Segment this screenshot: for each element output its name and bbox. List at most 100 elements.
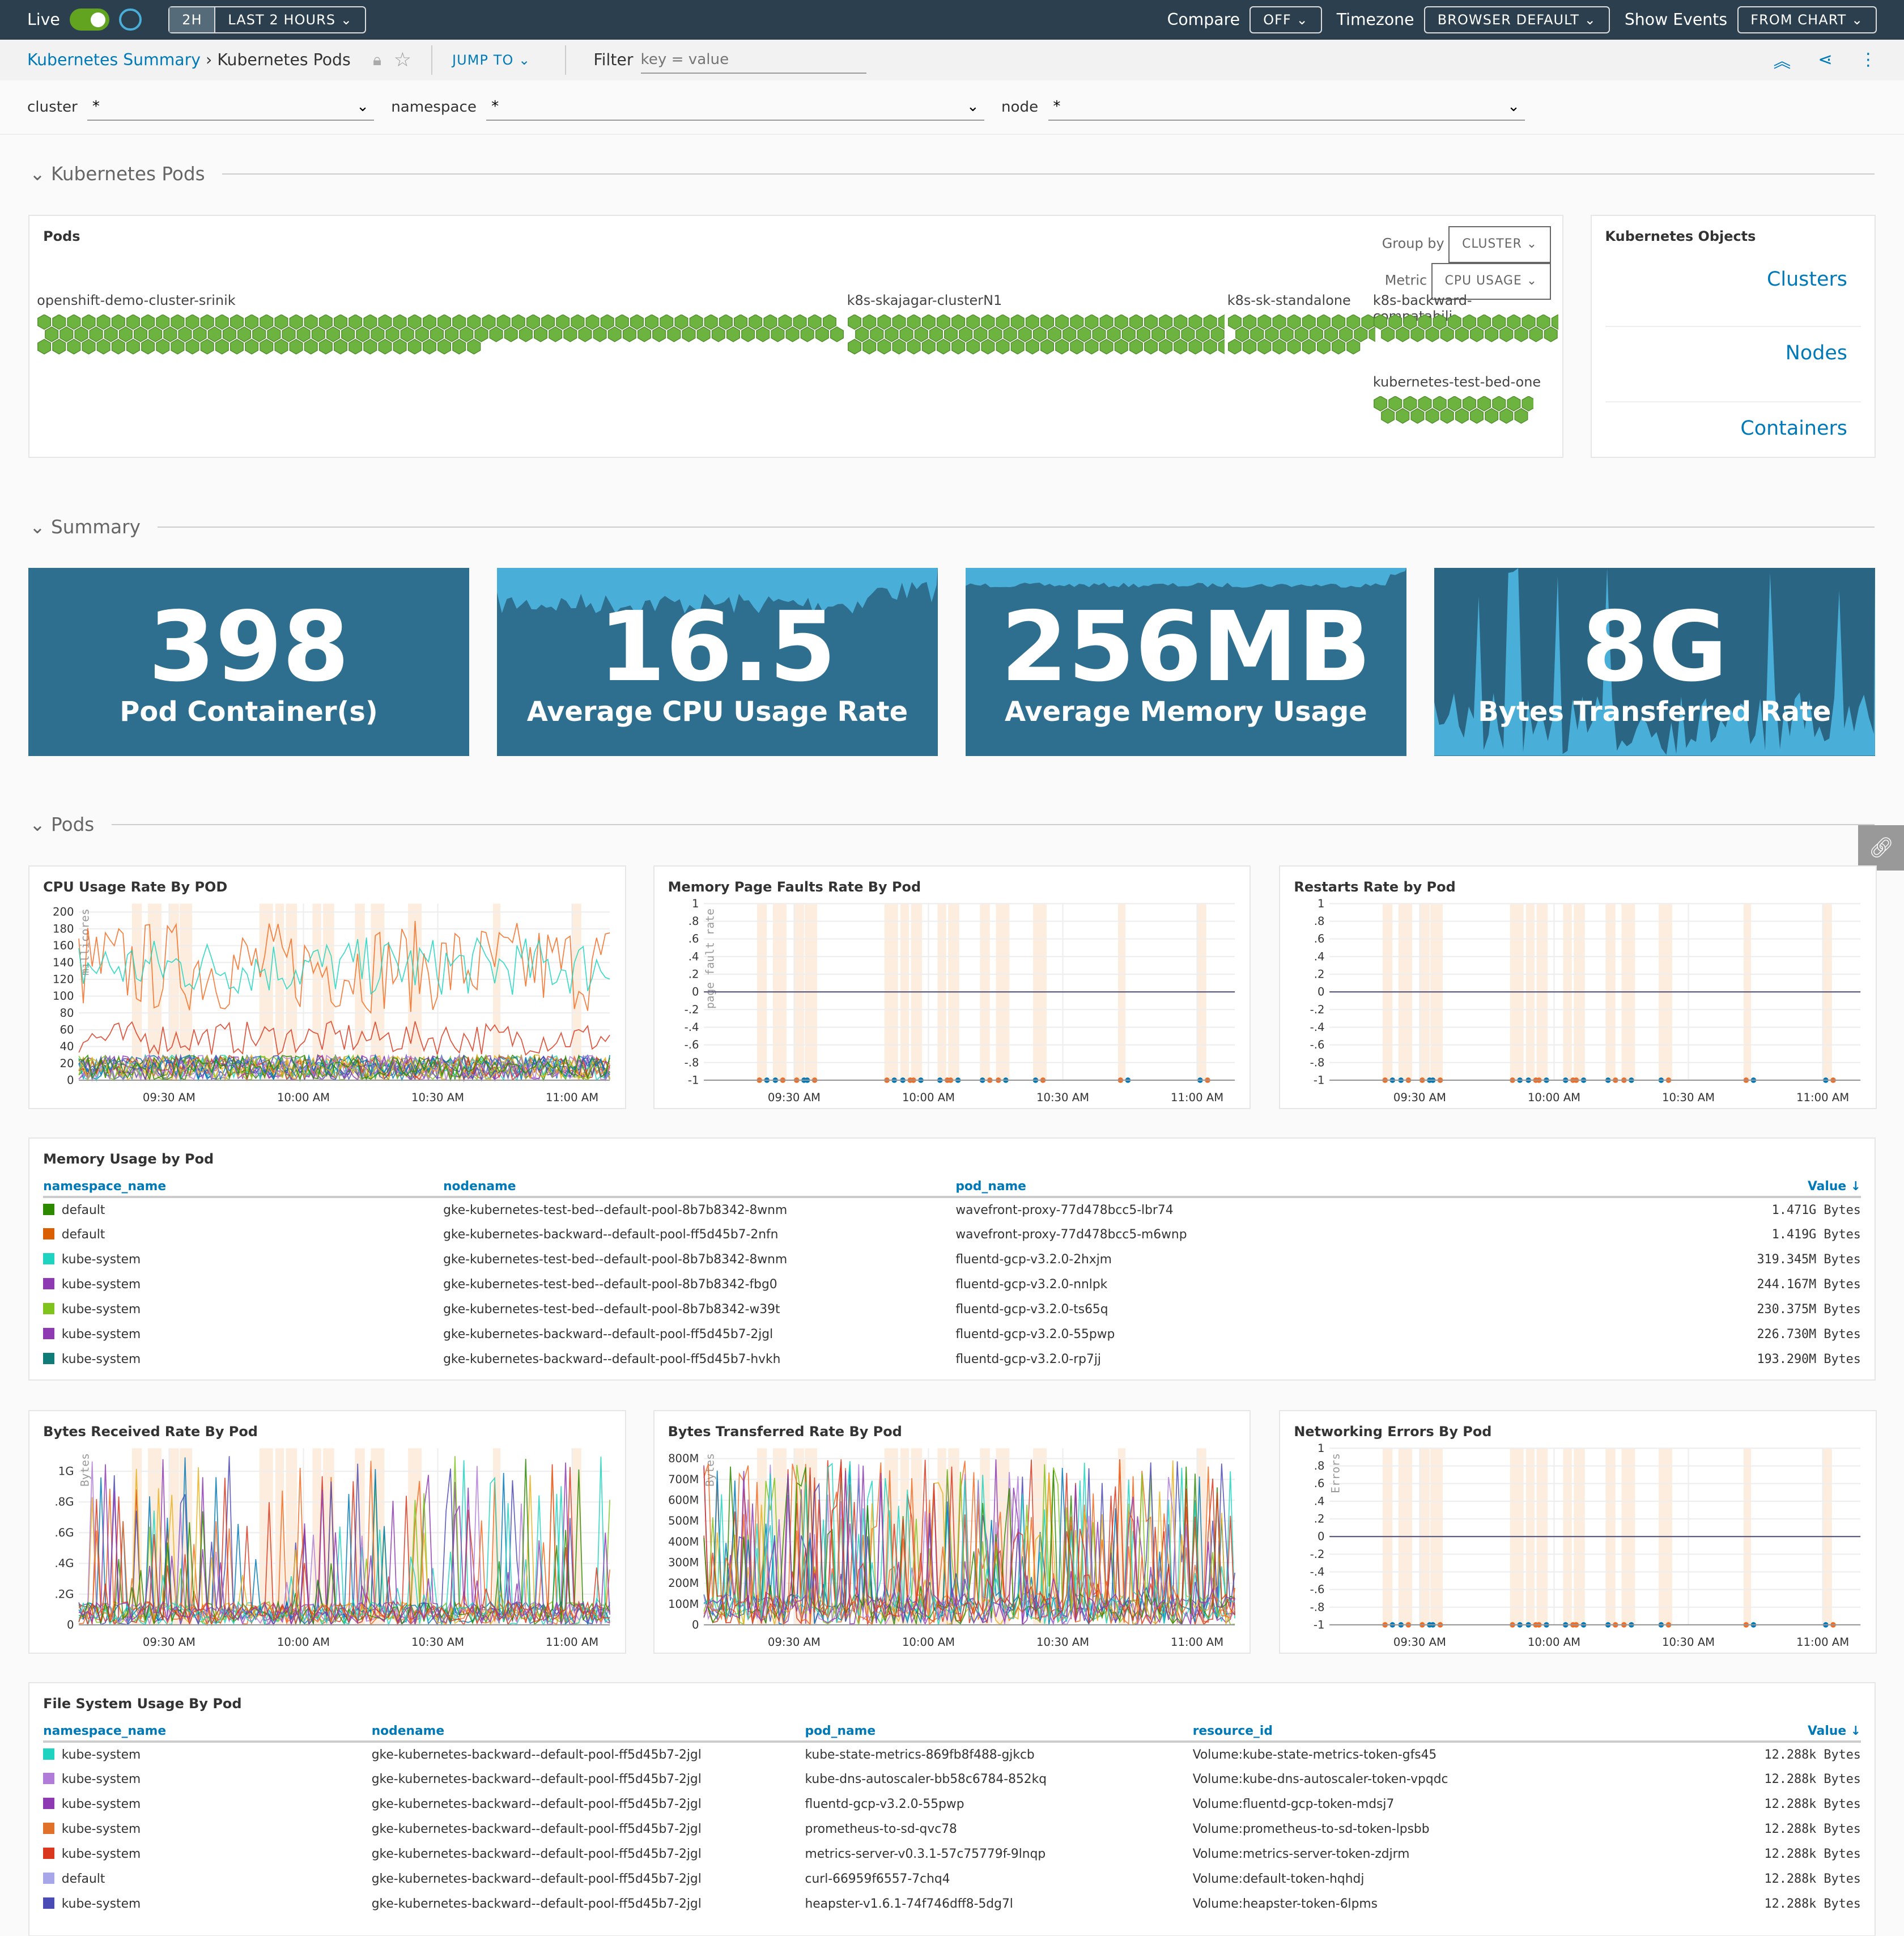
- pod-hex[interactable]: [1025, 315, 1039, 330]
- pod-hex[interactable]: [907, 315, 921, 330]
- pod-hex[interactable]: [847, 339, 861, 355]
- pod-hex[interactable]: [1114, 339, 1128, 355]
- link-icon[interactable]: 🔗︎: [1858, 825, 1904, 871]
- table-row[interactable]: kube-system gke-kubernetes-backward--defa…: [43, 1767, 1861, 1791]
- pod-hex[interactable]: [215, 315, 230, 330]
- pod-hex[interactable]: [1403, 315, 1417, 330]
- pod-hex[interactable]: [936, 339, 950, 355]
- clusters-link[interactable]: Clusters: [1767, 268, 1847, 291]
- pod-hex[interactable]: [430, 326, 444, 343]
- pod-hex[interactable]: [1025, 339, 1039, 355]
- pod-hex[interactable]: [304, 339, 318, 355]
- pod-hex[interactable]: [877, 315, 891, 330]
- pod-hex[interactable]: [1092, 326, 1106, 343]
- pod-hex[interactable]: [1210, 326, 1225, 343]
- pod-hex[interactable]: [1410, 326, 1425, 343]
- stat-tile[interactable]: 8G Bytes Transferred Rate: [1434, 568, 1875, 756]
- pod-hex[interactable]: [245, 339, 259, 355]
- pod-hex[interactable]: [1522, 315, 1536, 330]
- range-short[interactable]: 2H: [169, 7, 215, 32]
- pod-hex[interactable]: [1250, 326, 1264, 343]
- pod-hex[interactable]: [1196, 326, 1210, 343]
- filter-input[interactable]: [640, 46, 867, 74]
- pod-hex[interactable]: [437, 315, 452, 330]
- pod-hex[interactable]: [667, 326, 681, 343]
- pod-hex[interactable]: [1055, 315, 1069, 330]
- pod-hex[interactable]: [944, 326, 958, 343]
- pod-hex[interactable]: [1257, 339, 1272, 355]
- pod-hex[interactable]: [452, 339, 466, 355]
- pod-hex[interactable]: [1242, 315, 1256, 330]
- pod-hex[interactable]: [682, 326, 696, 343]
- pod-hex[interactable]: [756, 326, 770, 343]
- section-summary[interactable]: ⌄ Summary: [29, 516, 1875, 538]
- pod-hex[interactable]: [1324, 326, 1338, 343]
- pod-hex[interactable]: [630, 315, 644, 330]
- pod-hex[interactable]: [1166, 326, 1180, 343]
- pod-hex[interactable]: [334, 315, 348, 330]
- pod-hex[interactable]: [1129, 339, 1143, 355]
- pod-hex[interactable]: [563, 326, 577, 343]
- pod-hex[interactable]: [1114, 315, 1128, 330]
- pod-hex[interactable]: [378, 315, 392, 330]
- pod-hex[interactable]: [549, 326, 563, 343]
- pod-hex[interactable]: [869, 326, 883, 343]
- pod-hex[interactable]: [378, 339, 392, 355]
- pod-hex[interactable]: [578, 326, 592, 343]
- pod-hex[interactable]: [1331, 339, 1345, 355]
- pod-hex[interactable]: [126, 315, 141, 330]
- pod-hex[interactable]: [615, 315, 629, 330]
- pod-hex[interactable]: [296, 326, 311, 343]
- pod-hex[interactable]: [741, 326, 755, 343]
- pod-hex[interactable]: [862, 339, 876, 355]
- pod-hex[interactable]: [156, 315, 170, 330]
- pod-hex[interactable]: [1440, 408, 1454, 424]
- pod-hex[interactable]: [726, 326, 741, 343]
- pod-hex[interactable]: [1507, 396, 1521, 412]
- pod-hex[interactable]: [1302, 339, 1316, 355]
- pod-hex[interactable]: [489, 326, 503, 343]
- pod-hex[interactable]: [966, 315, 980, 330]
- chart-plot[interactable]: -1 -.8 -.6 -.4 -.2 0 .2 .4 .6 .8 1 page fault rate 0…: [654, 867, 1252, 1110]
- nodes-link[interactable]: Nodes: [1786, 342, 1847, 364]
- chart-plot[interactable]: -1 -.8 -.6 -.4 -.2 0 .2 .4 .6 .8 1 Errors 09:30 AM 10…: [1280, 1411, 1878, 1654]
- share-icon[interactable]: ⋖: [1818, 50, 1833, 70]
- pod-hex[interactable]: [163, 326, 177, 343]
- pod-hex[interactable]: [1403, 396, 1417, 412]
- pod-hex[interactable]: [981, 315, 994, 330]
- pod-hex[interactable]: [1018, 326, 1032, 343]
- pod-hex[interactable]: [289, 315, 303, 330]
- pod-hex[interactable]: [1522, 396, 1534, 412]
- pod-hex[interactable]: [1477, 315, 1491, 330]
- pod-hex[interactable]: [1218, 339, 1225, 355]
- pod-hex[interactable]: [749, 315, 763, 330]
- pod-hex[interactable]: [126, 339, 141, 355]
- stat-tile[interactable]: 16.5 Average CPU Usage Rate: [497, 568, 938, 756]
- table-row[interactable]: kube-system gke-kubernetes-test-bed--defa…: [43, 1247, 1861, 1272]
- pod-hex[interactable]: [348, 339, 363, 355]
- pod-hex[interactable]: [1227, 339, 1242, 355]
- pod-hex[interactable]: [734, 315, 748, 330]
- pod-hex[interactable]: [914, 326, 928, 343]
- pod-hex[interactable]: [141, 315, 155, 330]
- collapse-icon[interactable]: ︽: [1774, 48, 1791, 73]
- pod-hex[interactable]: [929, 326, 943, 343]
- pod-hex[interactable]: [304, 315, 318, 330]
- pod-hex[interactable]: [1287, 339, 1301, 355]
- pod-hex[interactable]: [808, 315, 822, 330]
- pod-hex[interactable]: [260, 339, 274, 355]
- pod-hex[interactable]: [82, 315, 96, 330]
- pod-hex[interactable]: [1514, 326, 1528, 343]
- pod-hex[interactable]: [230, 315, 244, 330]
- star-icon[interactable]: ☆: [394, 49, 411, 71]
- pod-hex[interactable]: [482, 315, 496, 330]
- pod-hex[interactable]: [1410, 408, 1425, 424]
- chart-plot[interactable]: -1 -.8 -.6 -.4 -.2 0 .2 .4 .6 .8 1 09:30 AM 10:00 AM…: [1280, 867, 1878, 1110]
- pod-hex[interactable]: [1218, 315, 1225, 330]
- chart-plot[interactable]: 0 .2G .4G .6G .8G 1G Bytes 09:30 AM 10:00 AM 10:3…: [29, 1411, 627, 1654]
- pod-hex[interactable]: [638, 326, 652, 343]
- pod-hex[interactable]: [1272, 315, 1286, 330]
- pod-hex[interactable]: [1010, 339, 1025, 355]
- pod-hex[interactable]: [393, 315, 407, 330]
- pod-hex[interactable]: [1151, 326, 1165, 343]
